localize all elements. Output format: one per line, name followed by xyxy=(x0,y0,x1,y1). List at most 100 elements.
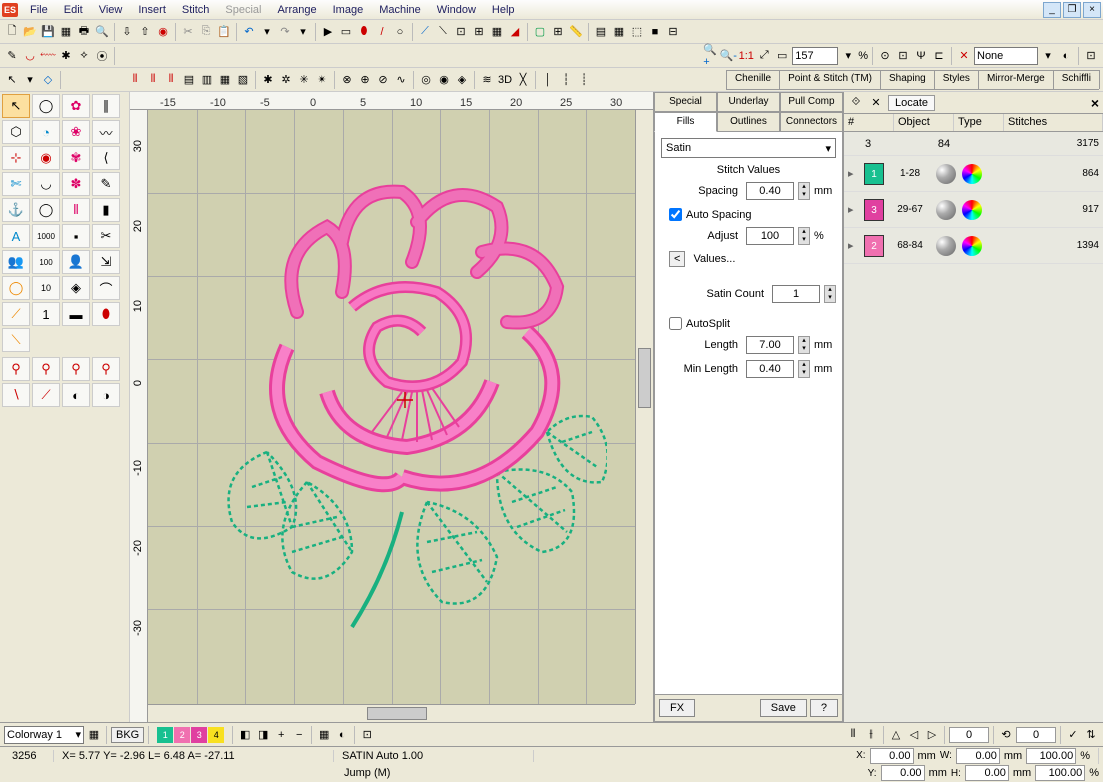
outline3-icon[interactable]: ┊ xyxy=(576,72,592,88)
pal-tool2[interactable]: ◨ xyxy=(255,727,271,743)
design-canvas[interactable] xyxy=(148,110,635,704)
tool-arc[interactable]: ◡ xyxy=(32,172,60,196)
clist-close[interactable]: × xyxy=(1091,95,1099,111)
pointer-drop-icon[interactable]: ▾ xyxy=(22,72,38,88)
outline2-icon[interactable]: ┆ xyxy=(558,72,574,88)
minimize-button[interactable]: _ xyxy=(1043,2,1061,18)
tool-ellipse[interactable]: ⬮ xyxy=(92,302,120,326)
spacing-spinner[interactable]: ▴▾ xyxy=(798,182,810,200)
copy-icon[interactable]: ⎘ xyxy=(198,24,214,40)
tool-flower2[interactable]: ❀ xyxy=(62,120,90,144)
align-tool1[interactable]: ⫴ xyxy=(845,727,861,743)
pal-tool5[interactable]: ⊡ xyxy=(359,727,375,743)
menu-edit[interactable]: Edit xyxy=(56,2,91,18)
zoom-input[interactable] xyxy=(792,47,838,65)
menu-image[interactable]: Image xyxy=(325,2,372,18)
scrollbar-vertical[interactable] xyxy=(635,110,653,704)
motif4-icon[interactable]: ✴ xyxy=(314,72,330,88)
angle-input[interactable] xyxy=(949,727,989,743)
pal-tool4[interactable]: ◐ xyxy=(334,727,350,743)
length-input[interactable] xyxy=(746,336,794,354)
tatami4-icon[interactable]: ▧ xyxy=(235,72,251,88)
col-num[interactable]: # xyxy=(844,114,894,131)
tool-circle[interactable]: ◉ xyxy=(32,146,60,170)
tab-pullcomp[interactable]: Pull Comp xyxy=(780,92,843,112)
color-swatch[interactable]: 3 xyxy=(864,199,884,221)
palette-2[interactable]: 2 xyxy=(174,727,190,743)
menu-file[interactable]: File xyxy=(22,2,56,18)
locate-button[interactable]: Locate xyxy=(888,95,935,111)
tool-anchor2[interactable]: ⚲ xyxy=(32,357,60,381)
h-input[interactable] xyxy=(965,765,1009,781)
menu-view[interactable]: View xyxy=(91,2,131,18)
angle2-input[interactable] xyxy=(1016,727,1056,743)
tool-node1[interactable]: ⊹ xyxy=(2,146,30,170)
menu-stitch[interactable]: Stitch xyxy=(174,2,218,18)
canvas[interactable]: -15-10 -50 510 1520 2530 3020 100 -10-20… xyxy=(130,92,653,722)
none-input[interactable] xyxy=(974,47,1038,65)
zoom-fit-icon[interactable]: ⤢ xyxy=(756,48,772,64)
satin-count-input[interactable] xyxy=(772,285,820,303)
tab-point-stitch[interactable]: Point & Stitch (TM) xyxy=(779,70,881,89)
options-icon[interactable]: ⊡ xyxy=(1083,48,1099,64)
minlength-input[interactable] xyxy=(746,360,794,378)
tab-connectors[interactable]: Connectors xyxy=(780,112,843,132)
bitmap-icon[interactable]: ▦ xyxy=(489,24,505,40)
pct1-input[interactable] xyxy=(1026,748,1076,764)
stipple-icon[interactable]: ∿ xyxy=(393,72,409,88)
preview-icon[interactable]: 🔍 xyxy=(94,24,110,40)
effect1-icon[interactable]: ≋ xyxy=(479,72,495,88)
menu-window[interactable]: Window xyxy=(429,2,484,18)
tool-needle[interactable]: ⇲ xyxy=(92,250,120,274)
grid-icon[interactable]: ⊞ xyxy=(550,24,566,40)
pointer-icon[interactable]: ↖ xyxy=(4,72,20,88)
print-icon[interactable]: 🖶 xyxy=(76,24,92,40)
pal-tool1[interactable]: ◧ xyxy=(237,727,253,743)
design-props-icon[interactable]: ◉ xyxy=(155,24,171,40)
color-swatch[interactable]: 1 xyxy=(864,163,884,185)
clist-row-1[interactable]: ▸ 1 1-28 864 xyxy=(844,156,1103,192)
fill-type-select[interactable]: Satin▾ xyxy=(661,138,836,158)
auto-start-icon[interactable]: ⟡ xyxy=(76,48,92,64)
scrollbar-horizontal[interactable] xyxy=(148,704,635,722)
w-input[interactable] xyxy=(956,748,1000,764)
tool-cut[interactable]: ✄ xyxy=(2,172,30,196)
show-stitches-icon[interactable]: / xyxy=(374,24,390,40)
menu-insert[interactable]: Insert xyxy=(130,2,174,18)
tool-square[interactable]: ▪ xyxy=(62,224,90,248)
tab-shaping[interactable]: Shaping xyxy=(880,70,935,89)
overview-icon[interactable]: ▦ xyxy=(611,24,627,40)
tatami3-icon[interactable]: ▦ xyxy=(217,72,233,88)
tool-circle2[interactable]: ◯ xyxy=(32,198,60,222)
clist-tool1[interactable]: ⟐ xyxy=(848,95,864,111)
clist-row-3[interactable]: ▸ 2 68-84 1394 xyxy=(844,228,1103,264)
digitize1-icon[interactable]: ✎ xyxy=(4,48,20,64)
tool-10[interactable]: 10 xyxy=(32,276,60,300)
tool-anchor3[interactable]: ⚲ xyxy=(62,357,90,381)
tool-zigzag[interactable]: ⟋ xyxy=(2,302,30,326)
mirror-tool2[interactable]: ◁ xyxy=(906,727,922,743)
expand-icon[interactable]: ▸ xyxy=(848,203,858,216)
show-outlines-icon[interactable]: ○ xyxy=(392,24,408,40)
clist-row-2[interactable]: ▸ 3 29-67 917 xyxy=(844,192,1103,228)
paste-icon[interactable]: 📋 xyxy=(216,24,232,40)
save-button[interactable]: Save xyxy=(760,699,807,717)
closest-join-icon[interactable]: ⦿ xyxy=(94,48,110,64)
cross1-icon[interactable]: ⊗ xyxy=(339,72,355,88)
group-icon[interactable]: ⊡ xyxy=(895,48,911,64)
3d-icon[interactable]: 3D xyxy=(497,72,513,88)
autosplit-checkbox[interactable] xyxy=(669,317,682,330)
satin1-icon[interactable]: ⫴ xyxy=(127,72,143,88)
hoop-icon[interactable]: ▢ xyxy=(532,24,548,40)
length-spinner[interactable]: ▴▾ xyxy=(798,336,810,354)
motif2-icon[interactable]: ✲ xyxy=(278,72,294,88)
tab-fills[interactable]: Fills xyxy=(654,112,717,132)
tool-anchor4[interactable]: ⚲ xyxy=(92,357,120,381)
tool-person[interactable]: 👤 xyxy=(62,250,90,274)
lock-icon[interactable]: ⊙ xyxy=(877,48,893,64)
menu-machine[interactable]: Machine xyxy=(371,2,429,18)
auto-spacing-checkbox[interactable] xyxy=(669,208,682,221)
align-tool2[interactable]: ⫲ xyxy=(863,727,879,743)
clist-tool2[interactable]: ✕ xyxy=(868,95,884,111)
tab-styles[interactable]: Styles xyxy=(934,70,979,89)
